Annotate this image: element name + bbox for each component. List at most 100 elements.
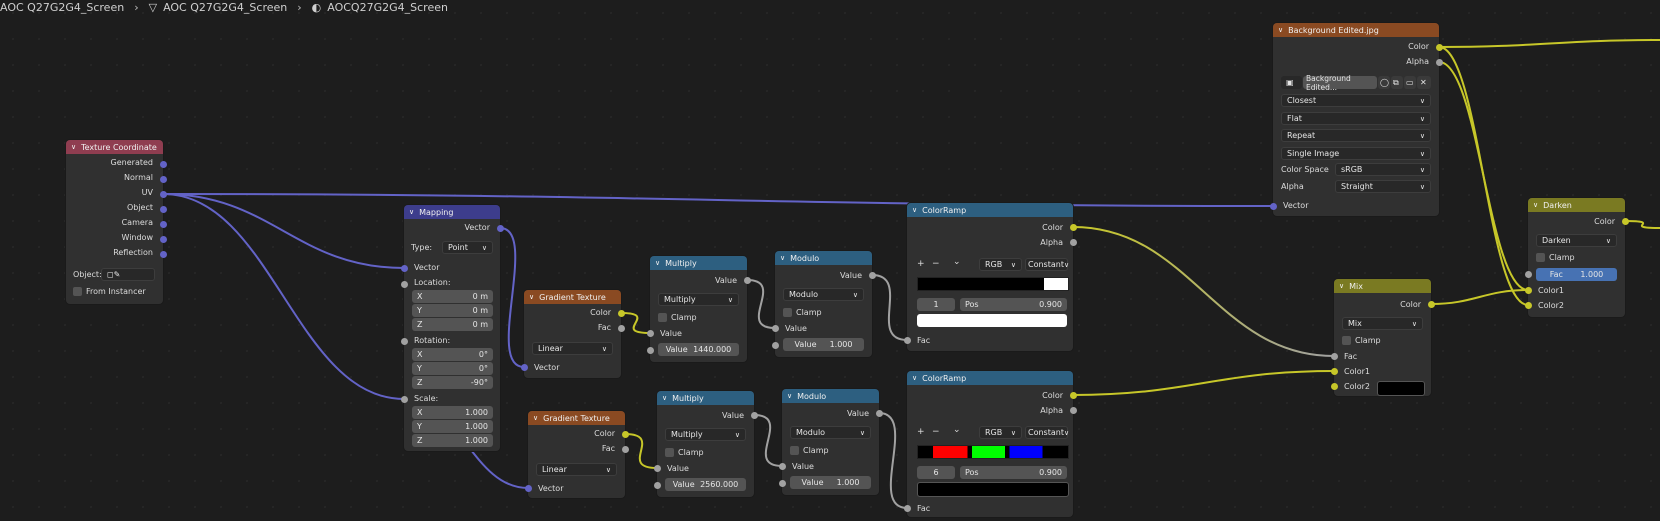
node-link[interactable] xyxy=(871,274,908,341)
node-link[interactable] xyxy=(620,312,651,334)
socket-ramp1-alpha[interactable] xyxy=(1069,238,1077,246)
collapse-chevron-icon[interactable]: ∨ xyxy=(912,206,917,214)
open-folder-icon[interactable]: ▭ xyxy=(1404,76,1416,89)
value-field[interactable]: Value 2560.000 xyxy=(665,478,746,491)
mapping-node[interactable]: ∨ Mapping Vector Type: Point ∨ Vector Loca… xyxy=(404,205,500,451)
operation-dropdown[interactable]: Modulo ∨ xyxy=(790,426,871,439)
type-dropdown[interactable]: Point ∨ xyxy=(442,241,493,254)
rotation-y-field[interactable]: Y 0° xyxy=(412,362,493,375)
socket-grad2-color[interactable] xyxy=(621,430,629,438)
collapse-chevron-icon[interactable]: ∨ xyxy=(71,143,76,151)
socket-mix-color1[interactable] xyxy=(1330,367,1338,375)
clamp-checkbox[interactable] xyxy=(790,446,799,455)
gradient-type-dropdown[interactable]: Linear ∨ xyxy=(532,342,613,355)
socket-grad1-vector[interactable] xyxy=(520,363,528,371)
collapse-chevron-icon[interactable]: ∨ xyxy=(529,293,534,301)
socket-ramp2-alpha[interactable] xyxy=(1069,406,1077,414)
clamp-checkbox[interactable] xyxy=(665,448,674,457)
socket-mod2-out[interactable] xyxy=(875,409,883,417)
node-header[interactable]: ∨ Modulo xyxy=(782,389,879,403)
socket-mult2-value[interactable] xyxy=(653,481,661,489)
color-mode-dropdown[interactable]: RGB ∨ xyxy=(979,258,1022,271)
clamp-checkbox[interactable] xyxy=(783,308,792,317)
socket-rotation[interactable] xyxy=(400,337,408,345)
interpolation-dropdown[interactable]: Closest ∨ xyxy=(1281,94,1431,107)
alpha-mode-dropdown[interactable]: Straight ∨ xyxy=(1335,180,1431,193)
remove-stop-icon[interactable]: − xyxy=(932,259,940,269)
socket-mix-color2[interactable] xyxy=(1330,382,1338,390)
eyedropper-icon[interactable]: ✎ xyxy=(114,270,121,279)
add-stop-icon[interactable]: + xyxy=(917,427,925,437)
node-header[interactable]: ∨ Mix xyxy=(1334,279,1431,293)
socket-grad1-fac[interactable] xyxy=(617,324,625,332)
breadcrumb-item-object[interactable]: AOC Q27G2G4_Screen xyxy=(0,1,124,14)
from-instancer-checkbox[interactable] xyxy=(73,287,82,296)
node-link[interactable] xyxy=(162,193,1274,207)
object-field[interactable]: ◻ ✎ xyxy=(101,268,155,281)
socket-grad2-vector[interactable] xyxy=(524,484,532,492)
image-texture-node[interactable]: ∨ Background Edited.jpg Color Alpha ▣ Bac… xyxy=(1273,23,1439,216)
scale-z-field[interactable]: Z 1.000 xyxy=(412,434,493,447)
socket-ramp2-fac[interactable] xyxy=(903,504,911,512)
add-stop-icon[interactable]: + xyxy=(917,259,925,269)
socket-darken-fac[interactable] xyxy=(1524,270,1532,278)
math-modulo-node[interactable]: ∨ Modulo Value Modulo ∨ Clamp Value Value 1… xyxy=(775,251,872,357)
stop-position-field[interactable]: Pos 0.900 xyxy=(960,298,1067,311)
collapse-chevron-icon[interactable]: ∨ xyxy=(780,254,785,262)
color-ramp-bar[interactable] xyxy=(917,277,1069,291)
socket-scale[interactable] xyxy=(400,395,408,403)
node-link[interactable] xyxy=(878,412,908,509)
node-link[interactable] xyxy=(1624,220,1660,229)
socket-darken-color1[interactable] xyxy=(1524,286,1532,294)
clamp-checkbox[interactable] xyxy=(1342,336,1351,345)
operation-dropdown[interactable]: Multiply ∨ xyxy=(658,293,739,306)
socket-mod2-in[interactable] xyxy=(778,462,786,470)
fake-user-shield-icon[interactable]: ◯ xyxy=(1378,76,1390,89)
node-link[interactable] xyxy=(1438,61,1529,291)
image-name-field[interactable]: Background Edited... xyxy=(1303,74,1377,92)
stop-position-field[interactable]: Pos 0.900 xyxy=(960,466,1067,479)
collapse-chevron-icon[interactable]: ∨ xyxy=(912,374,917,382)
socket-mult2-in[interactable] xyxy=(653,464,661,472)
socket-mod1-out[interactable] xyxy=(868,271,876,279)
duplicate-icon[interactable]: ⧉ xyxy=(1391,76,1403,89)
interpolation-dropdown[interactable]: Constant ∨ xyxy=(1025,426,1069,439)
clamp-checkbox[interactable] xyxy=(1536,253,1545,262)
blend-type-dropdown[interactable]: Mix ∨ xyxy=(1342,317,1423,330)
collapse-chevron-icon[interactable]: ∨ xyxy=(1339,282,1344,290)
color-ramp-node[interactable]: ∨ ColorRamp Color Alpha + − ⌄ RGB ∨ Consta… xyxy=(907,371,1073,517)
collapse-chevron-icon[interactable]: ∨ xyxy=(1533,201,1538,209)
node-link[interactable] xyxy=(162,193,405,400)
socket-mix-out[interactable] xyxy=(1427,300,1435,308)
node-header[interactable]: ∨ ColorRamp xyxy=(907,203,1073,217)
collapse-chevron-icon[interactable]: ∨ xyxy=(662,394,667,402)
socket-grad2-fac[interactable] xyxy=(621,445,629,453)
socket-mult2-out[interactable] xyxy=(750,411,758,419)
mix-darken-node[interactable]: ∨ Darken Color Darken ∨ Clamp Fac 1.000 Col… xyxy=(1528,198,1625,317)
socket-bg-vector[interactable] xyxy=(1269,202,1277,210)
node-header[interactable]: ∨ Multiply xyxy=(657,391,754,405)
node-header[interactable]: ∨ Texture Coordinate xyxy=(66,140,163,154)
color-mode-dropdown[interactable]: RGB ∨ xyxy=(979,426,1022,439)
stop-color-swatch[interactable] xyxy=(917,482,1069,497)
node-header[interactable]: ∨ Multiply xyxy=(650,256,747,270)
scale-y-field[interactable]: Y 1.000 xyxy=(412,420,493,433)
ramp-menu-icon[interactable]: ⌄ xyxy=(953,425,961,435)
socket-mix-fac[interactable] xyxy=(1330,352,1338,360)
socket-bg-alpha[interactable] xyxy=(1435,58,1443,66)
node-header[interactable]: ∨ Mapping xyxy=(404,205,500,219)
socket-reflection[interactable] xyxy=(159,250,167,258)
socket-mult1-in[interactable] xyxy=(646,329,654,337)
value-field[interactable]: Value 1.000 xyxy=(790,476,871,489)
node-header[interactable]: ∨ Background Edited.jpg xyxy=(1273,23,1439,37)
node-header[interactable]: ∨ ColorRamp xyxy=(907,371,1073,385)
collapse-chevron-icon[interactable]: ∨ xyxy=(655,259,660,267)
collapse-chevron-icon[interactable]: ∨ xyxy=(533,414,538,422)
blend-type-dropdown[interactable]: Darken ∨ xyxy=(1536,234,1617,247)
socket-uv[interactable] xyxy=(159,190,167,198)
node-link[interactable] xyxy=(624,433,658,469)
node-header[interactable]: ∨ Gradient Texture xyxy=(524,290,621,304)
texture-coordinate-node[interactable]: ∨ Texture Coordinate Generated Normal UV … xyxy=(66,140,163,304)
color-ramp-bar[interactable] xyxy=(917,445,1069,459)
socket-bg-color[interactable] xyxy=(1435,43,1443,51)
